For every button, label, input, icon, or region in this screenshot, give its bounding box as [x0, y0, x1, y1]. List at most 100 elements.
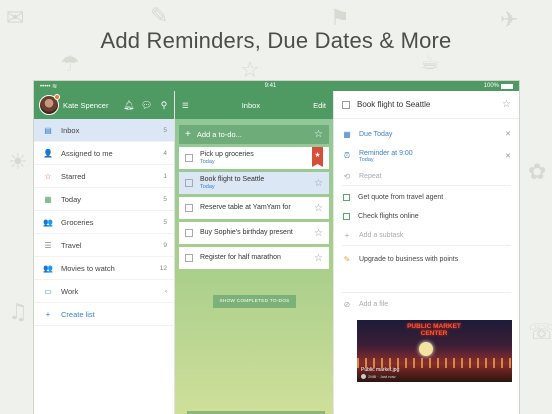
calendar-icon: ▦ — [343, 129, 351, 139]
sidebar-item-today[interactable]: ▦ Today 5 — [34, 188, 174, 211]
complete-checkbox[interactable] — [342, 100, 350, 109]
avatar[interactable] — [39, 94, 60, 115]
task-due: Today — [200, 183, 215, 190]
sidebar-item-label: Inbox — [61, 125, 80, 135]
task-detail-panel: Book flight to Seattle ☆ ▦ Due Today ✕ ⏰… — [333, 91, 519, 414]
alarm-icon: ⏰︎ — [343, 151, 351, 160]
task-checkbox[interactable] — [185, 254, 193, 262]
task-text-group: Pick up groceries Today — [200, 151, 323, 165]
subtask-row[interactable]: Check flights online — [334, 207, 519, 226]
sidebar-item-label: Assigned to me — [61, 148, 113, 158]
sidebar-item-count: ‹ — [164, 287, 167, 295]
repeat-label: Repeat — [359, 172, 382, 180]
shared-list-icon: 👥 — [43, 217, 53, 227]
sidebar-item-count: 4 — [163, 149, 167, 157]
star-icon[interactable]: ☆ — [314, 203, 323, 214]
task-row[interactable]: Book flight to Seattle Today ☆ — [179, 172, 329, 194]
task-row[interactable]: Reserve table at YamYam for ☆ — [179, 197, 329, 219]
market-sign: PUBLIC MARKET CENTER — [407, 323, 461, 337]
reminder-label: Reminder at 9:00 — [359, 149, 413, 157]
sidebar-item-count: 12 — [159, 264, 167, 272]
divider — [342, 185, 511, 186]
task-list-header: ☰ Inbox Edit — [175, 91, 333, 119]
sidebar-item-label: Today — [61, 194, 82, 204]
sidebar-item-assigned-to-me[interactable]: 👤 Assigned to me 4 — [34, 142, 174, 165]
show-completed-button[interactable]: SHOW COMPLETED TO-DOS — [213, 295, 296, 308]
battery-percent: 100% — [483, 83, 499, 89]
starred-flag-icon[interactable]: ★ — [312, 147, 323, 167]
notification-dot — [54, 94, 60, 100]
task-row[interactable]: Pick up groceries Today ★ — [179, 147, 329, 169]
sidebar-header: Kate Spencer 🔔︎ 💬︎ ⚲ — [34, 91, 174, 119]
sidebar-item-create-list[interactable]: + Create list — [34, 303, 174, 326]
star-icon[interactable]: ☆ — [314, 178, 323, 189]
file-attachment-thumbnail[interactable]: PUBLIC MARKET CENTER Public market.jpg 2… — [357, 320, 512, 382]
due-date-label: Due Today — [359, 130, 393, 138]
sidebar-item-count: 9 — [163, 241, 167, 249]
note-text: Upgrade to business with points — [359, 255, 459, 263]
task-checkbox[interactable] — [185, 204, 193, 212]
subtask-label: Check flights online — [358, 213, 419, 220]
detail-title[interactable]: Book flight to Seattle — [357, 100, 430, 109]
clear-due-icon[interactable]: ✕ — [505, 130, 511, 138]
add-todo-input[interactable]: + Add a to-do... ☆ — [179, 125, 329, 144]
star-icon[interactable]: ☆ — [314, 228, 323, 239]
user-name[interactable]: Kate Spencer — [63, 101, 123, 110]
search-icon[interactable]: ⚲ — [159, 100, 169, 111]
inbox-icon: ▤ — [44, 125, 52, 135]
sidebar-item-starred[interactable]: ☆ Starred 1 — [34, 165, 174, 188]
status-bar: ••••• ≋ 9:41 100% — [34, 81, 519, 91]
sidebar-item-travel[interactable]: ☰ Travel 9 — [34, 234, 174, 257]
sidebar-item-label: Travel — [61, 240, 82, 250]
subtask-row[interactable]: Get quote from travel agent — [334, 188, 519, 207]
uploader-avatar — [361, 373, 366, 379]
star-icon: ☆ — [44, 171, 52, 181]
task-row[interactable]: Register for half marathon ☆ — [179, 247, 329, 269]
sidebar: Kate Spencer 🔔︎ 💬︎ ⚲ ▤ Inbox 5 👤 Assigned to… — [34, 91, 175, 414]
detail-header: Book flight to Seattle ☆ — [334, 91, 519, 119]
task-text-group: Reserve table at YamYam for — [200, 204, 314, 212]
sidebar-item-work[interactable]: ▭ Work ‹ — [34, 280, 174, 303]
note-row[interactable]: ✎ Upgrade to business with points — [334, 246, 519, 272]
subtask-label: Get quote from travel agent — [358, 194, 444, 201]
comment-icon[interactable]: 💬︎ — [141, 100, 152, 111]
folder-icon: ▭ — [44, 286, 52, 296]
task-text-group: Buy Sophie's birthday present — [200, 229, 314, 237]
bell-icon[interactable]: 🔔︎ — [123, 100, 134, 111]
star-icon[interactable]: ☆ — [502, 99, 511, 110]
subtask-checkbox[interactable] — [343, 194, 350, 201]
file-meta: 2MB · Just now — [368, 373, 396, 379]
sidebar-item-count: 5 — [163, 126, 167, 134]
star-icon[interactable]: ☆ — [314, 253, 323, 264]
edit-button[interactable]: Edit — [313, 101, 326, 110]
signal-indicator: ••••• ≋ — [40, 83, 58, 90]
sidebar-item-movies-to-watch[interactable]: 👥 Movies to watch 12 — [34, 257, 174, 280]
page-headline: Add Reminders, Due Dates & More — [100, 28, 452, 53]
reminder-row[interactable]: ⏰︎ Reminder at 9:00 Today ✕ — [334, 145, 519, 167]
clear-reminder-icon[interactable]: ✕ — [505, 152, 511, 160]
plus-icon: + — [45, 309, 51, 319]
task-title: Book flight to Seattle — [200, 175, 265, 183]
sidebar-item-label: Starred — [61, 171, 86, 181]
due-date-row[interactable]: ▦ Due Today ✕ — [334, 123, 519, 145]
status-time: 9:41 — [264, 83, 277, 89]
subtask-checkbox[interactable] — [343, 213, 350, 220]
star-icon[interactable]: ☆ — [314, 129, 323, 140]
add-file-row[interactable]: ⊘ Add a file — [334, 293, 519, 315]
calendar-icon: ▦ — [44, 194, 52, 204]
market-clock — [419, 342, 433, 356]
sidebar-item-count: 5 — [163, 195, 167, 203]
file-caption: Public market.jpg 2MB · Just now — [361, 367, 399, 379]
sidebar-item-count: 1 — [163, 172, 167, 180]
task-row[interactable]: Buy Sophie's birthday present ☆ — [179, 222, 329, 244]
task-checkbox[interactable] — [185, 229, 193, 237]
list-nav: ▤ Inbox 5 👤 Assigned to me 4 ☆ Starred 1 ▦ Today 5 👥… — [34, 119, 174, 326]
menu-icon[interactable]: ☰ — [182, 101, 189, 110]
add-subtask-row[interactable]: + Add a subtask — [334, 226, 519, 245]
sidebar-item-inbox[interactable]: ▤ Inbox 5 — [34, 119, 174, 142]
repeat-row[interactable]: ⟲ Repeat — [334, 167, 519, 185]
sidebar-item-groceries[interactable]: 👥 Groceries 5 — [34, 211, 174, 234]
plus-icon: + — [344, 231, 350, 240]
task-checkbox[interactable] — [185, 179, 193, 187]
task-checkbox[interactable] — [185, 154, 193, 162]
